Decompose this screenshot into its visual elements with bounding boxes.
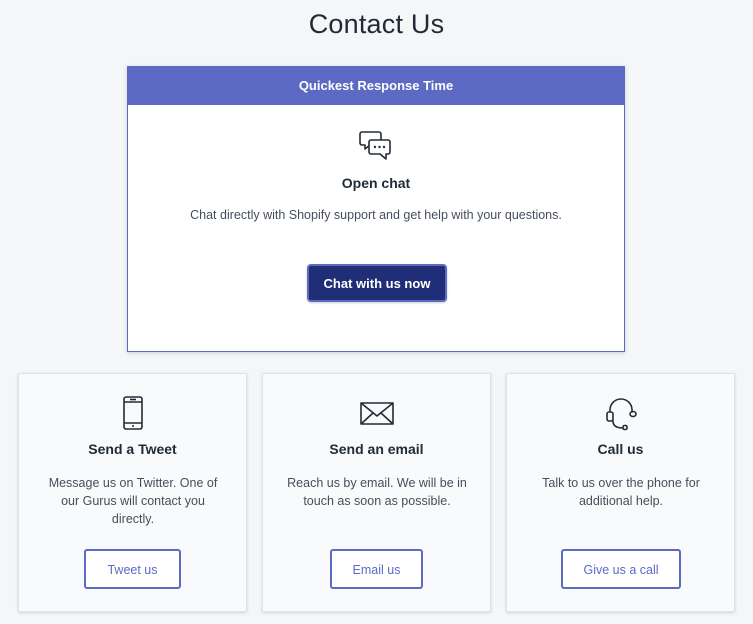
contact-page: Contact Us Quickest Response Time Open c…: [0, 0, 753, 624]
envelope-icon: [360, 402, 394, 425]
send-email-description: Reach us by email. We will be in touch a…: [287, 476, 467, 508]
mobile-phone-icon: [123, 396, 143, 430]
give-us-a-call-button[interactable]: Give us a call: [561, 549, 681, 589]
call-us-card: Call us Talk to us over the phone for ad…: [506, 373, 735, 612]
call-us-title: Call us: [597, 441, 644, 457]
page-title: Contact Us: [308, 9, 445, 39]
call-us-description: Talk to us over the phone for additional…: [542, 476, 700, 508]
send-tweet-title: Send a Tweet: [88, 441, 177, 457]
send-tweet-card: Send a Tweet Message us on Twitter. One …: [18, 373, 247, 612]
quickest-response-banner: Quickest Response Time: [128, 67, 624, 105]
email-us-button[interactable]: Email us: [330, 549, 423, 589]
send-email-card: Send an email Reach us by email. We will…: [262, 373, 491, 612]
open-chat-description: Chat directly with Shopify support and g…: [190, 208, 562, 222]
headset-icon: [606, 398, 637, 431]
chat-bubbles-icon: [359, 131, 391, 160]
send-tweet-description: Message us on Twitter. One of our Gurus …: [48, 476, 218, 526]
open-chat-panel: Quickest Response Time Open chat Chat di…: [127, 66, 625, 352]
open-chat-title: Open chat: [341, 175, 411, 191]
chat-with-us-button[interactable]: Chat with us now: [307, 264, 447, 302]
tweet-us-button[interactable]: Tweet us: [84, 549, 181, 589]
send-email-title: Send an email: [329, 441, 424, 457]
